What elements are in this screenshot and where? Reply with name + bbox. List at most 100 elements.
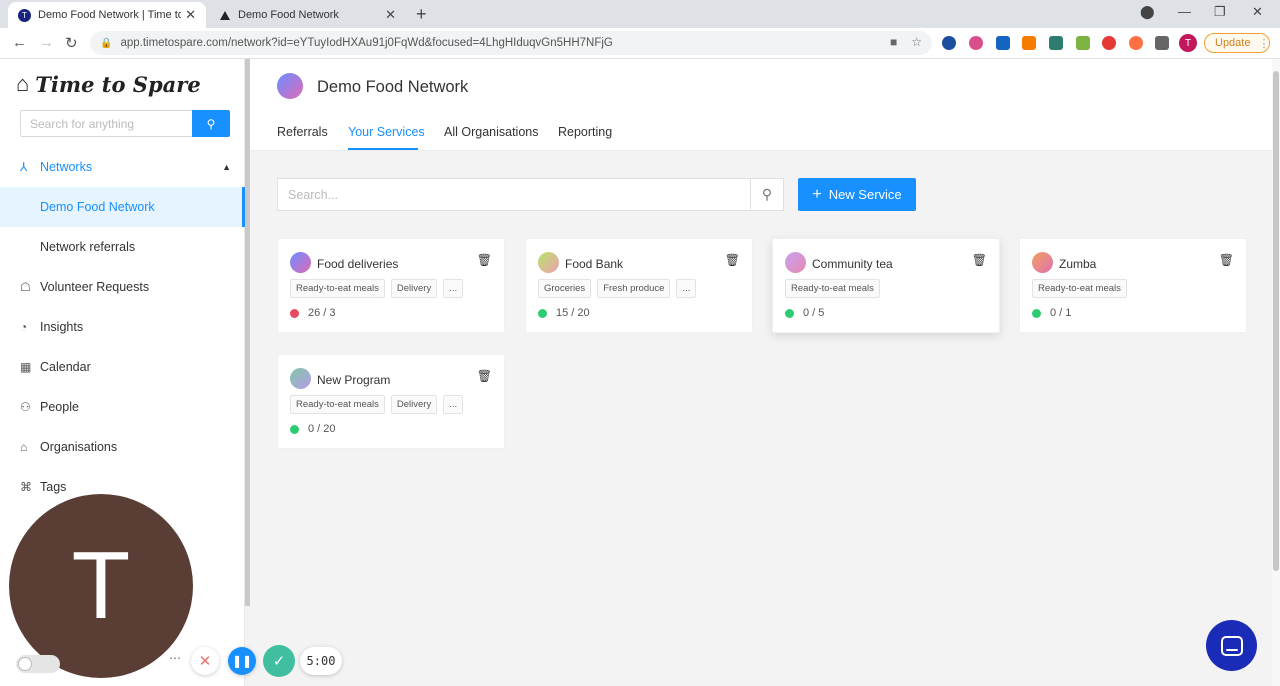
trash-icon[interactable]: 🗑 (1219, 253, 1234, 267)
service-tag: Delivery (390, 395, 438, 414)
restore-icon[interactable]: ❐ (1214, 4, 1226, 20)
new-service-label: New Service (828, 187, 902, 202)
new-tab-plus-icon[interactable]: + (416, 4, 427, 25)
scrollbar-thumb[interactable] (1273, 71, 1279, 571)
media-control-icon[interactable]: ⬤ (1140, 4, 1155, 20)
network-avatar (277, 73, 303, 99)
sidebar-item-insights[interactable]: ◔ Insights (0, 307, 245, 347)
service-count: 26 / 3 (308, 307, 336, 319)
browser-tab-inactive[interactable]: Demo Food Network ✕ (210, 2, 406, 28)
lock-icon: 🔒 (100, 37, 113, 49)
trash-icon[interactable]: 🗑 (725, 253, 740, 267)
services-search-input[interactable]: Search... (277, 178, 751, 211)
browser-tab-bar: T Demo Food Network | Time to Spare ✕ De… (0, 0, 1280, 28)
sidebar-item-label: Organisations (40, 440, 118, 454)
trash-icon[interactable]: 🗑 (477, 253, 492, 267)
recorder-finish-button[interactable]: ✓ (263, 645, 295, 677)
update-button[interactable]: Update ⋮ (1204, 33, 1270, 53)
sidebar-item-networks[interactable]: ⅄ Networks ▲ (0, 147, 245, 187)
calendar-icon: ▦ (20, 360, 32, 374)
profile-avatar[interactable]: T (1179, 34, 1197, 52)
sidebar-item-label: Insights (40, 320, 84, 334)
check-icon: ✓ (272, 653, 286, 670)
service-name: Zumba (1059, 257, 1097, 271)
service-avatar (785, 252, 806, 273)
extension-flower-icon[interactable] (969, 36, 983, 50)
services-search-button[interactable]: ⚲ (750, 178, 784, 211)
service-card[interactable]: Food deliveries 🗑 Ready-to-eat meals Del… (277, 238, 505, 333)
service-count: 0 / 5 (803, 307, 825, 319)
forward-arrow-icon[interactable]: → (39, 34, 54, 51)
service-card[interactable]: Zumba 🗑 Ready-to-eat meals 0 / 1 (1019, 238, 1247, 333)
browser-toolbar: ← → ↻ 🔒 app.timetospare.com/network?id=e… (0, 28, 1280, 59)
new-service-button[interactable]: + New Service (798, 178, 916, 211)
status-dot-icon (1032, 308, 1041, 318)
theme-toggle[interactable] (16, 655, 60, 673)
camera-icon[interactable]: ■ (890, 35, 897, 49)
service-avatar (290, 368, 311, 389)
tab-all-organisations[interactable]: All Organisations (444, 125, 539, 139)
tab-close-icon[interactable]: ✕ (385, 7, 396, 23)
service-tag: Fresh produce (597, 279, 671, 298)
search-icon: ⚲ (761, 186, 773, 202)
status-dot-icon (785, 308, 794, 318)
address-bar[interactable]: 🔒 app.timetospare.com/network?id=eYTuyIo… (90, 31, 932, 55)
extension-honey-icon[interactable] (1129, 36, 1143, 50)
network-icon: ⅄ (20, 160, 28, 174)
service-card[interactable]: New Program 🗑 Ready-to-eat meals Deliver… (277, 354, 505, 449)
tab-your-services[interactable]: Your Services (348, 125, 425, 139)
minimize-icon[interactable]: — (1178, 4, 1191, 19)
more-horizontal-icon[interactable]: ⋯ (165, 651, 185, 671)
tab-referrals[interactable]: Referrals (277, 125, 328, 139)
support-chat-button[interactable] (1206, 620, 1257, 671)
site-favicon-icon: T (18, 8, 31, 22)
service-tag: Ready-to-eat meals (1032, 279, 1127, 298)
trash-icon[interactable]: 🗑 (477, 369, 492, 383)
reload-icon[interactable]: ↻ (65, 34, 78, 52)
bookmark-star-icon[interactable]: ☆ (911, 35, 922, 49)
toggle-knob (18, 657, 32, 671)
tab-title: Demo Food Network | Time to Spare (38, 9, 182, 21)
network-header: Demo Food Network Referrals Your Service… (250, 59, 1272, 151)
sidebar-item-demo-food-network[interactable]: Demo Food Network (0, 187, 245, 227)
service-tag-more[interactable]: ... (443, 279, 464, 298)
sidebar-item-calendar[interactable]: ▦ Calendar (0, 347, 245, 387)
chat-bubble-icon (1220, 635, 1243, 656)
sidebar-item-network-referrals[interactable]: Network referrals (0, 227, 245, 267)
active-tab-indicator (348, 148, 418, 150)
extension-s-icon[interactable] (996, 36, 1010, 50)
extension-abp-icon[interactable] (1102, 36, 1116, 50)
sidebar-item-people[interactable]: ⚇ People (0, 387, 245, 427)
extension-picker-icon[interactable] (1076, 36, 1090, 50)
global-search-input[interactable]: Search for anything (20, 110, 192, 137)
app-logo[interactable]: ⌂ Time to Spare (16, 71, 201, 97)
recorder-cancel-button[interactable]: ✕ (191, 647, 219, 675)
sidebar-item-label: Calendar (40, 360, 91, 374)
main-scrollbar[interactable] (1272, 59, 1280, 686)
service-name: Food deliveries (317, 257, 399, 271)
service-tag-more[interactable]: ... (676, 279, 697, 298)
sidebar-item-organisations[interactable]: ⌂ Organisations (0, 427, 245, 467)
tab-reporting[interactable]: Reporting (558, 125, 612, 139)
recorder-pause-button[interactable]: ❚❚ (228, 647, 256, 675)
service-tag: Ready-to-eat meals (290, 395, 385, 414)
browser-tab-active[interactable]: T Demo Food Network | Time to Spare ✕ (8, 2, 206, 28)
sidebar-item-volunteer-requests[interactable]: ☖ Volunteer Requests (0, 267, 245, 307)
extension-react-icon[interactable] (1049, 36, 1063, 50)
window-close-icon[interactable]: ✕ (1252, 4, 1263, 20)
global-search-button[interactable]: ⚲ (192, 110, 230, 137)
extensions-puzzle-icon[interactable] (1155, 36, 1169, 50)
sidebar-item-label: Networks (40, 160, 93, 174)
recorder-timer: 5:00 (300, 647, 342, 675)
service-card[interactable]: Food Bank 🗑 Groceries Fresh produce ... … (525, 238, 753, 333)
extension-1password-icon[interactable] (942, 36, 956, 50)
extension-hubspot-icon[interactable] (1022, 36, 1036, 50)
trash-icon[interactable]: 🗑 (972, 253, 987, 267)
service-count: 0 / 1 (1050, 307, 1072, 319)
service-status: 15 / 20 (538, 307, 590, 319)
service-card[interactable]: Community tea 🗑 Ready-to-eat meals 0 / 5 (772, 238, 1000, 333)
service-tag-more[interactable]: ... (443, 395, 464, 414)
service-status: 0 / 5 (785, 307, 824, 319)
tab-close-icon[interactable]: ✕ (185, 7, 196, 23)
back-arrow-icon[interactable]: ← (12, 34, 27, 51)
